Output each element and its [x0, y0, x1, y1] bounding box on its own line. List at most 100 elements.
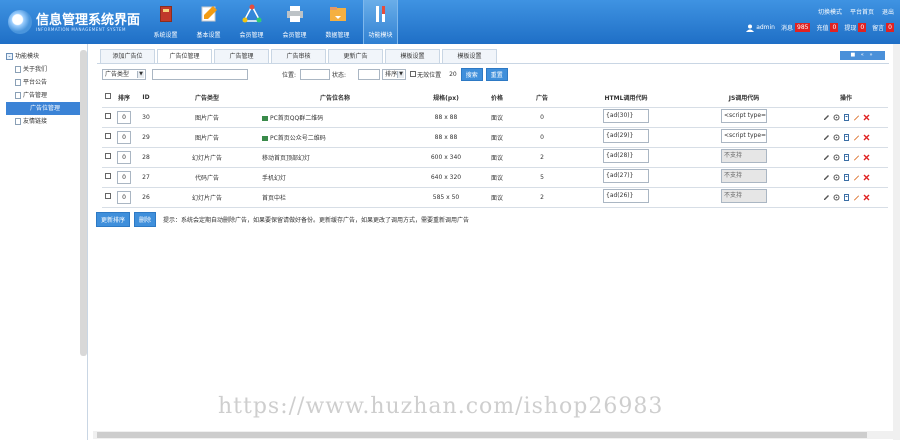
pencil-icon[interactable] — [853, 174, 860, 181]
edit-icon[interactable] — [823, 194, 830, 201]
logout-link[interactable]: 退出 — [882, 7, 894, 16]
edit-icon[interactable] — [823, 134, 830, 141]
select-all-checkbox[interactable] — [105, 93, 111, 100]
delete-button[interactable]: 删除 — [134, 212, 157, 227]
js-code-field[interactable]: <script type=" — [721, 109, 767, 123]
ad-count-cell[interactable]: 2 — [516, 147, 568, 168]
tab-update-ads[interactable]: 更新广告 — [328, 49, 383, 63]
status-label-recharge[interactable]: 充值 — [816, 23, 828, 32]
js-code-field[interactable]: 不支持 — [721, 189, 767, 203]
switch-mode-link[interactable]: 切换模式 — [818, 7, 842, 16]
sidebar-item-about[interactable]: 关于我们 — [6, 63, 82, 76]
tab-scroll-controls[interactable]: ■ « » — [840, 51, 885, 60]
tab-ad-review[interactable]: 广告审核 — [271, 49, 326, 63]
nav-item-modules[interactable]: 功能模块 — [363, 0, 398, 44]
pencil-icon[interactable] — [853, 194, 860, 201]
keyword-input[interactable] — [152, 68, 248, 80]
pencil-icon[interactable] — [853, 154, 860, 161]
status-label-withdraw[interactable]: 提现 — [844, 23, 856, 32]
horizontal-scrollbar[interactable] — [93, 431, 893, 439]
sort-input[interactable]: 0 — [117, 150, 131, 164]
ad-slot-name[interactable]: 首页中栏 — [262, 195, 286, 202]
document-icon[interactable] — [843, 133, 850, 141]
nav-item-members[interactable]: 会员管理 — [234, 0, 269, 44]
edit-icon[interactable] — [823, 174, 830, 181]
document-icon[interactable] — [843, 173, 850, 181]
document-icon[interactable] — [843, 113, 850, 121]
ad-slot-name[interactable]: 移动首页顶部幻灯 — [262, 155, 310, 162]
delete-icon[interactable] — [863, 134, 870, 141]
sort-input[interactable]: 0 — [117, 130, 131, 144]
pencil-icon[interactable] — [853, 134, 860, 141]
edit-icon[interactable] — [823, 114, 830, 121]
tab-add-ad-slot[interactable]: 添加广告位 — [100, 49, 155, 63]
update-sort-button[interactable]: 更新排序 — [96, 212, 131, 227]
nav-item-members-2[interactable]: 会员管理 — [277, 0, 312, 44]
sidebar-item-ads[interactable]: 广告管理 — [6, 89, 82, 102]
status-label-messages[interactable]: 消息 — [781, 23, 793, 32]
html-code-field[interactable]: {ad(30)} — [603, 109, 649, 123]
ad-count-cell[interactable]: 0 — [516, 107, 568, 128]
settings-icon[interactable] — [833, 114, 840, 121]
ad-slot-name[interactable]: 手机幻灯 — [262, 175, 286, 182]
ad-count-cell[interactable]: 5 — [516, 167, 568, 188]
nav-item-system[interactable]: 系统设置 — [148, 0, 183, 44]
ad-slot-name[interactable]: PC首页公众号二维码 — [270, 135, 326, 142]
invalid-position-checkbox[interactable] — [410, 71, 417, 77]
document-icon[interactable] — [843, 193, 850, 201]
platform-home-link[interactable]: 平台首页 — [850, 7, 874, 16]
sidebar-item-notice[interactable]: 平台公告 — [6, 76, 82, 89]
row-checkbox[interactable] — [105, 173, 111, 179]
js-code-field[interactable]: 不支持 — [721, 149, 767, 163]
sidebar-item-ad-slots[interactable]: 广告位管理 — [6, 102, 82, 115]
search-button[interactable]: 搜索 — [460, 67, 483, 81]
ad-slot-name[interactable]: PC首页QQ群二维码 — [270, 115, 323, 122]
scrollbar-thumb[interactable] — [97, 432, 867, 438]
sort-select[interactable]: 排序 ▼ — [382, 68, 407, 80]
settings-icon[interactable] — [833, 134, 840, 141]
html-code-field[interactable]: {ad(29)} — [603, 129, 649, 143]
delete-icon[interactable] — [863, 194, 870, 201]
sort-input[interactable]: 0 — [117, 190, 131, 204]
html-code-field[interactable]: {ad(27)} — [603, 169, 649, 183]
settings-icon[interactable] — [833, 174, 840, 181]
row-checkbox[interactable] — [105, 193, 111, 199]
position-input[interactable] — [300, 68, 331, 80]
tab-ad-manage[interactable]: 广告管理 — [214, 49, 269, 63]
settings-icon[interactable] — [833, 154, 840, 161]
ad-type-select[interactable]: 广告类型 ▼ — [102, 68, 146, 80]
col-id[interactable]: ID — [134, 88, 158, 108]
row-checkbox[interactable] — [105, 153, 111, 159]
delete-icon[interactable] — [863, 154, 870, 161]
pencil-icon[interactable] — [853, 114, 860, 121]
row-checkbox[interactable] — [105, 133, 111, 139]
html-code-field[interactable]: {ad(26)} — [603, 189, 649, 203]
reset-button[interactable]: 重置 — [485, 67, 508, 81]
status-label-guestbook[interactable]: 留言 — [872, 23, 884, 32]
sidebar-scrollbar[interactable] — [80, 50, 87, 356]
col-sort[interactable]: 排序 — [114, 88, 134, 108]
ad-count-cell[interactable]: 2 — [516, 187, 568, 208]
delete-icon[interactable] — [863, 174, 870, 181]
row-checkbox[interactable] — [105, 113, 111, 119]
sort-input[interactable]: 0 — [117, 110, 131, 124]
ad-count-cell[interactable]: 0 — [516, 127, 568, 148]
sidebar-item-modules[interactable]: - 功能模块 — [6, 50, 82, 63]
edit-icon[interactable] — [823, 154, 830, 161]
settings-icon[interactable] — [833, 194, 840, 201]
nav-item-data[interactable]: 数据管理 — [320, 0, 355, 44]
html-code-field[interactable]: {ad(28)} — [603, 149, 649, 163]
status-input[interactable] — [358, 68, 381, 80]
collapse-icon[interactable]: - — [6, 53, 13, 60]
js-code-field[interactable]: 不支持 — [721, 169, 767, 183]
tab-ad-slot-manage[interactable]: 广告位管理 — [157, 49, 212, 64]
tab-template-settings-2[interactable]: 模板设置 — [442, 49, 497, 63]
sidebar-item-links[interactable]: 友情链接 — [6, 115, 82, 128]
delete-icon[interactable] — [863, 114, 870, 121]
document-icon[interactable] — [843, 153, 850, 161]
tab-template-settings[interactable]: 模板设置 — [385, 49, 440, 63]
nav-item-basic[interactable]: 基本设置 — [191, 0, 226, 44]
js-code-field[interactable]: <script type=" — [721, 129, 767, 143]
vertical-scrollbar[interactable] — [893, 44, 900, 440]
sort-input[interactable]: 0 — [117, 170, 131, 184]
